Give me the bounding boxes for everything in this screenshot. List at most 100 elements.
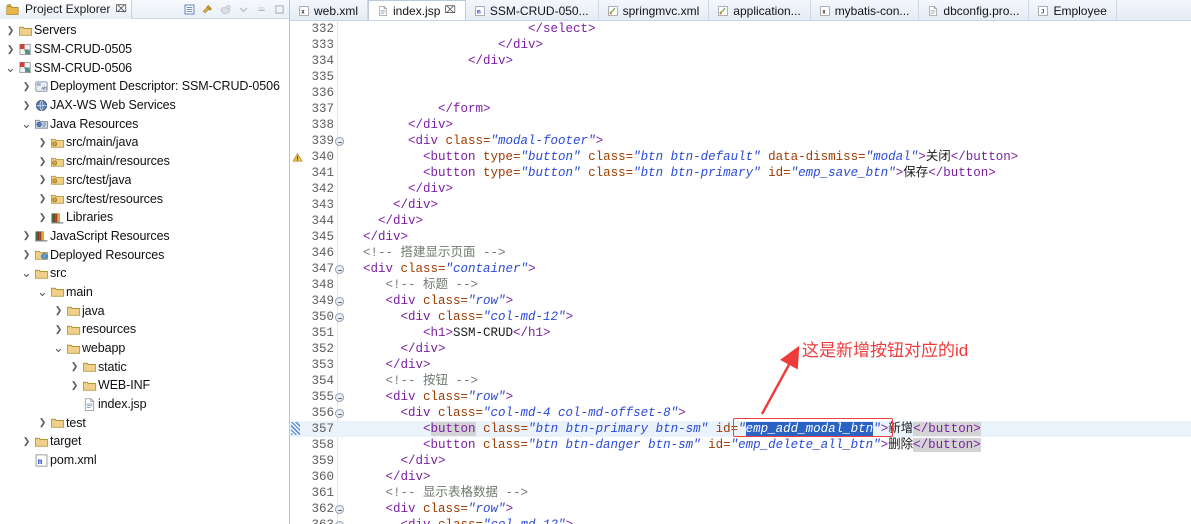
tree-item-resources[interactable]: ❯ resources [0, 320, 289, 339]
code-line-356[interactable]: 356 <div class="col-md-4 col-md-offset-8… [290, 405, 1191, 421]
code-line-340[interactable]: 340 <button type="button" class="btn btn… [290, 149, 1191, 165]
code-line-350[interactable]: 350 <div class="col-md-12"> [290, 309, 1191, 325]
editor-tab-ssm-crud-050[interactable]: m SSM-CRUD-050... [466, 0, 599, 20]
code-line-363[interactable]: 363 <div class="col-md-12"> [290, 517, 1191, 524]
collapse-all-icon[interactable] [182, 2, 197, 17]
tree-item-static[interactable]: ❯ static [0, 357, 289, 376]
project-explorer-tab[interactable]: Project Explorer ⌧ [0, 0, 132, 19]
tree-item-src-main-java[interactable]: ❯ src/main/java [0, 133, 289, 152]
code-lines[interactable]: 332 </select> 333 </div> 334 </div> 335 336 3… [290, 21, 1191, 524]
code-line-333[interactable]: 333 </div> [290, 37, 1191, 53]
code-line-336[interactable]: 336 [290, 85, 1191, 101]
editor-tabbar[interactable]: x web.xml index.jsp ⌧ m SSM-CRUD-050... spring… [290, 0, 1191, 21]
project-tree[interactable]: ❯ Servers ❯ SSM-CRUD-0505 ⌄ SSM-CRUD-0506 ❯ ab D… [0, 19, 289, 470]
code-line-348[interactable]: 348 <!-- 标题 --> [290, 277, 1191, 293]
code-line-341[interactable]: 341 <button type="button" class="btn btn… [290, 165, 1191, 181]
twisty-collapsed-icon[interactable]: ❯ [36, 156, 49, 166]
code-line-334[interactable]: 334 </div> [290, 53, 1191, 69]
twisty-expanded-icon[interactable]: ⌄ [20, 266, 33, 279]
code-line-361[interactable]: 361 <!-- 显示表格数据 --> [290, 485, 1191, 501]
tree-item-java-resources[interactable]: ⌄ Java Resources [0, 114, 289, 133]
code-line-358[interactable]: 358 <button class="btn btn-danger btn-sm… [290, 437, 1191, 453]
code-line-351[interactable]: 351 <h1>SSM-CRUD</h1> [290, 325, 1191, 341]
editor-tab-application[interactable]: application... [709, 0, 811, 20]
fold-collapse-icon[interactable] [335, 409, 344, 418]
close-icon[interactable]: ⌧ [115, 4, 127, 15]
twisty-collapsed-icon[interactable]: ❯ [20, 100, 33, 110]
close-icon[interactable]: ⌧ [444, 5, 456, 16]
editor-tab-employee[interactable]: J Employee [1029, 0, 1117, 20]
fold-collapse-icon[interactable] [335, 505, 344, 514]
code-line-343[interactable]: 343 </div> [290, 197, 1191, 213]
code-line-335[interactable]: 335 [290, 69, 1191, 85]
twisty-collapsed-icon[interactable]: ❯ [4, 25, 17, 35]
tree-item-webapp[interactable]: ⌄ webapp [0, 339, 289, 358]
tree-item-ssm-crud-0506[interactable]: ⌄ SSM-CRUD-0506 [0, 58, 289, 77]
maximize-view-icon[interactable] [272, 2, 287, 17]
code-line-355[interactable]: 355 <div class="row"> [290, 389, 1191, 405]
fold-collapse-icon[interactable] [335, 137, 344, 146]
code-line-353[interactable]: 353 </div> [290, 357, 1191, 373]
code-line-346[interactable]: 346 <!-- 搭建显示页面 --> [290, 245, 1191, 261]
twisty-collapsed-icon[interactable]: ❯ [68, 362, 81, 371]
tree-item-test[interactable]: ❯ test [0, 413, 289, 432]
editor-tab-mybatis-con[interactable]: x mybatis-con... [811, 0, 920, 20]
tree-item-pom-xml[interactable]: m pom.xml [0, 451, 289, 470]
tree-item-src[interactable]: ⌄ src [0, 264, 289, 283]
fold-collapse-icon[interactable] [335, 297, 344, 306]
fold-collapse-icon[interactable] [335, 265, 344, 274]
code-line-338[interactable]: 338 </div> [290, 117, 1191, 133]
twisty-collapsed-icon[interactable]: ❯ [20, 436, 33, 446]
code-line-359[interactable]: 359 </div> [290, 453, 1191, 469]
code-line-342[interactable]: 342 </div> [290, 181, 1191, 197]
twisty-expanded-icon[interactable]: ⌄ [20, 117, 33, 130]
tree-item-web-inf[interactable]: ❯ WEB-INF [0, 376, 289, 395]
editor-tab-web-xml[interactable]: x web.xml [290, 0, 369, 20]
twisty-collapsed-icon[interactable]: ❯ [36, 194, 49, 203]
tree-item-target[interactable]: ❯ target [0, 432, 289, 451]
tree-item-src-test-java[interactable]: ❯ src/test/java [0, 171, 289, 190]
twisty-collapsed-icon[interactable]: ❯ [52, 306, 65, 315]
twisty-collapsed-icon[interactable]: ❯ [4, 44, 17, 54]
code-line-345[interactable]: 345 </div> [290, 229, 1191, 245]
tree-item-src-test-resources[interactable]: ❯ src/test/resources [0, 189, 289, 208]
twisty-collapsed-icon[interactable]: ❯ [20, 250, 33, 259]
tree-item-servers[interactable]: ❯ Servers [0, 21, 289, 40]
twisty-expanded-icon[interactable]: ⌄ [52, 341, 65, 354]
code-line-360[interactable]: 360 </div> [290, 469, 1191, 485]
code-line-349[interactable]: 349 <div class="row"> [290, 293, 1191, 309]
code-line-337[interactable]: 337 </form> [290, 101, 1191, 117]
twisty-collapsed-icon[interactable]: ❯ [36, 212, 49, 222]
twisty-collapsed-icon[interactable]: ❯ [68, 380, 81, 390]
editor-tab-index-jsp[interactable]: index.jsp ⌧ [368, 0, 466, 20]
tree-item-javascript-resources[interactable]: ❯ JavaScript Resources [0, 227, 289, 246]
twisty-collapsed-icon[interactable]: ❯ [52, 324, 65, 334]
tree-item-main[interactable]: ⌄ main [0, 283, 289, 302]
editor-tab-dbconfig-pro[interactable]: dbconfig.pro... [919, 0, 1030, 20]
twisty-collapsed-icon[interactable]: ❯ [36, 175, 49, 184]
code-line-354[interactable]: 354 <!-- 按钮 --> [290, 373, 1191, 389]
fold-collapse-icon[interactable] [335, 313, 344, 322]
twisty-expanded-icon[interactable]: ⌄ [4, 61, 17, 74]
link-with-editor-icon[interactable] [200, 2, 215, 17]
twisty-collapsed-icon[interactable]: ❯ [36, 137, 49, 147]
code-line-352[interactable]: 352 </div> [290, 341, 1191, 357]
tree-item-deployed-resources[interactable]: ❯ Deployed Resources [0, 245, 289, 264]
twisty-expanded-icon[interactable]: ⌄ [36, 285, 49, 298]
minimize-view-icon[interactable] [254, 2, 269, 17]
code-line-362[interactable]: 362 <div class="row"> [290, 501, 1191, 517]
editor-tab-springmvc-xml[interactable]: springmvc.xml [599, 0, 710, 20]
tree-item-deployment-descriptor-ssm-crud-0506[interactable]: ❯ ab Deployment Descriptor: SSM-CRUD-0506 [0, 77, 289, 96]
twisty-collapsed-icon[interactable]: ❯ [20, 81, 33, 91]
code-line-332[interactable]: 332 </select> [290, 21, 1191, 37]
tree-item-java[interactable]: ❯ java [0, 301, 289, 320]
tree-item-src-main-resources[interactable]: ❯ src/main/resources [0, 152, 289, 171]
twisty-collapsed-icon[interactable]: ❯ [36, 418, 49, 427]
tree-item-index-jsp[interactable]: index.jsp [0, 395, 289, 414]
tree-item-libraries[interactable]: ❯ Libraries [0, 208, 289, 227]
source-code-viewer[interactable]: 332 </select> 333 </div> 334 </div> 335 336 3… [290, 21, 1191, 524]
tree-item-ssm-crud-0505[interactable]: ❯ SSM-CRUD-0505 [0, 40, 289, 59]
code-line-347[interactable]: 347 <div class="container"> [290, 261, 1191, 277]
fold-collapse-icon[interactable] [335, 393, 344, 402]
focus-on-active-task-icon[interactable] [218, 2, 233, 17]
